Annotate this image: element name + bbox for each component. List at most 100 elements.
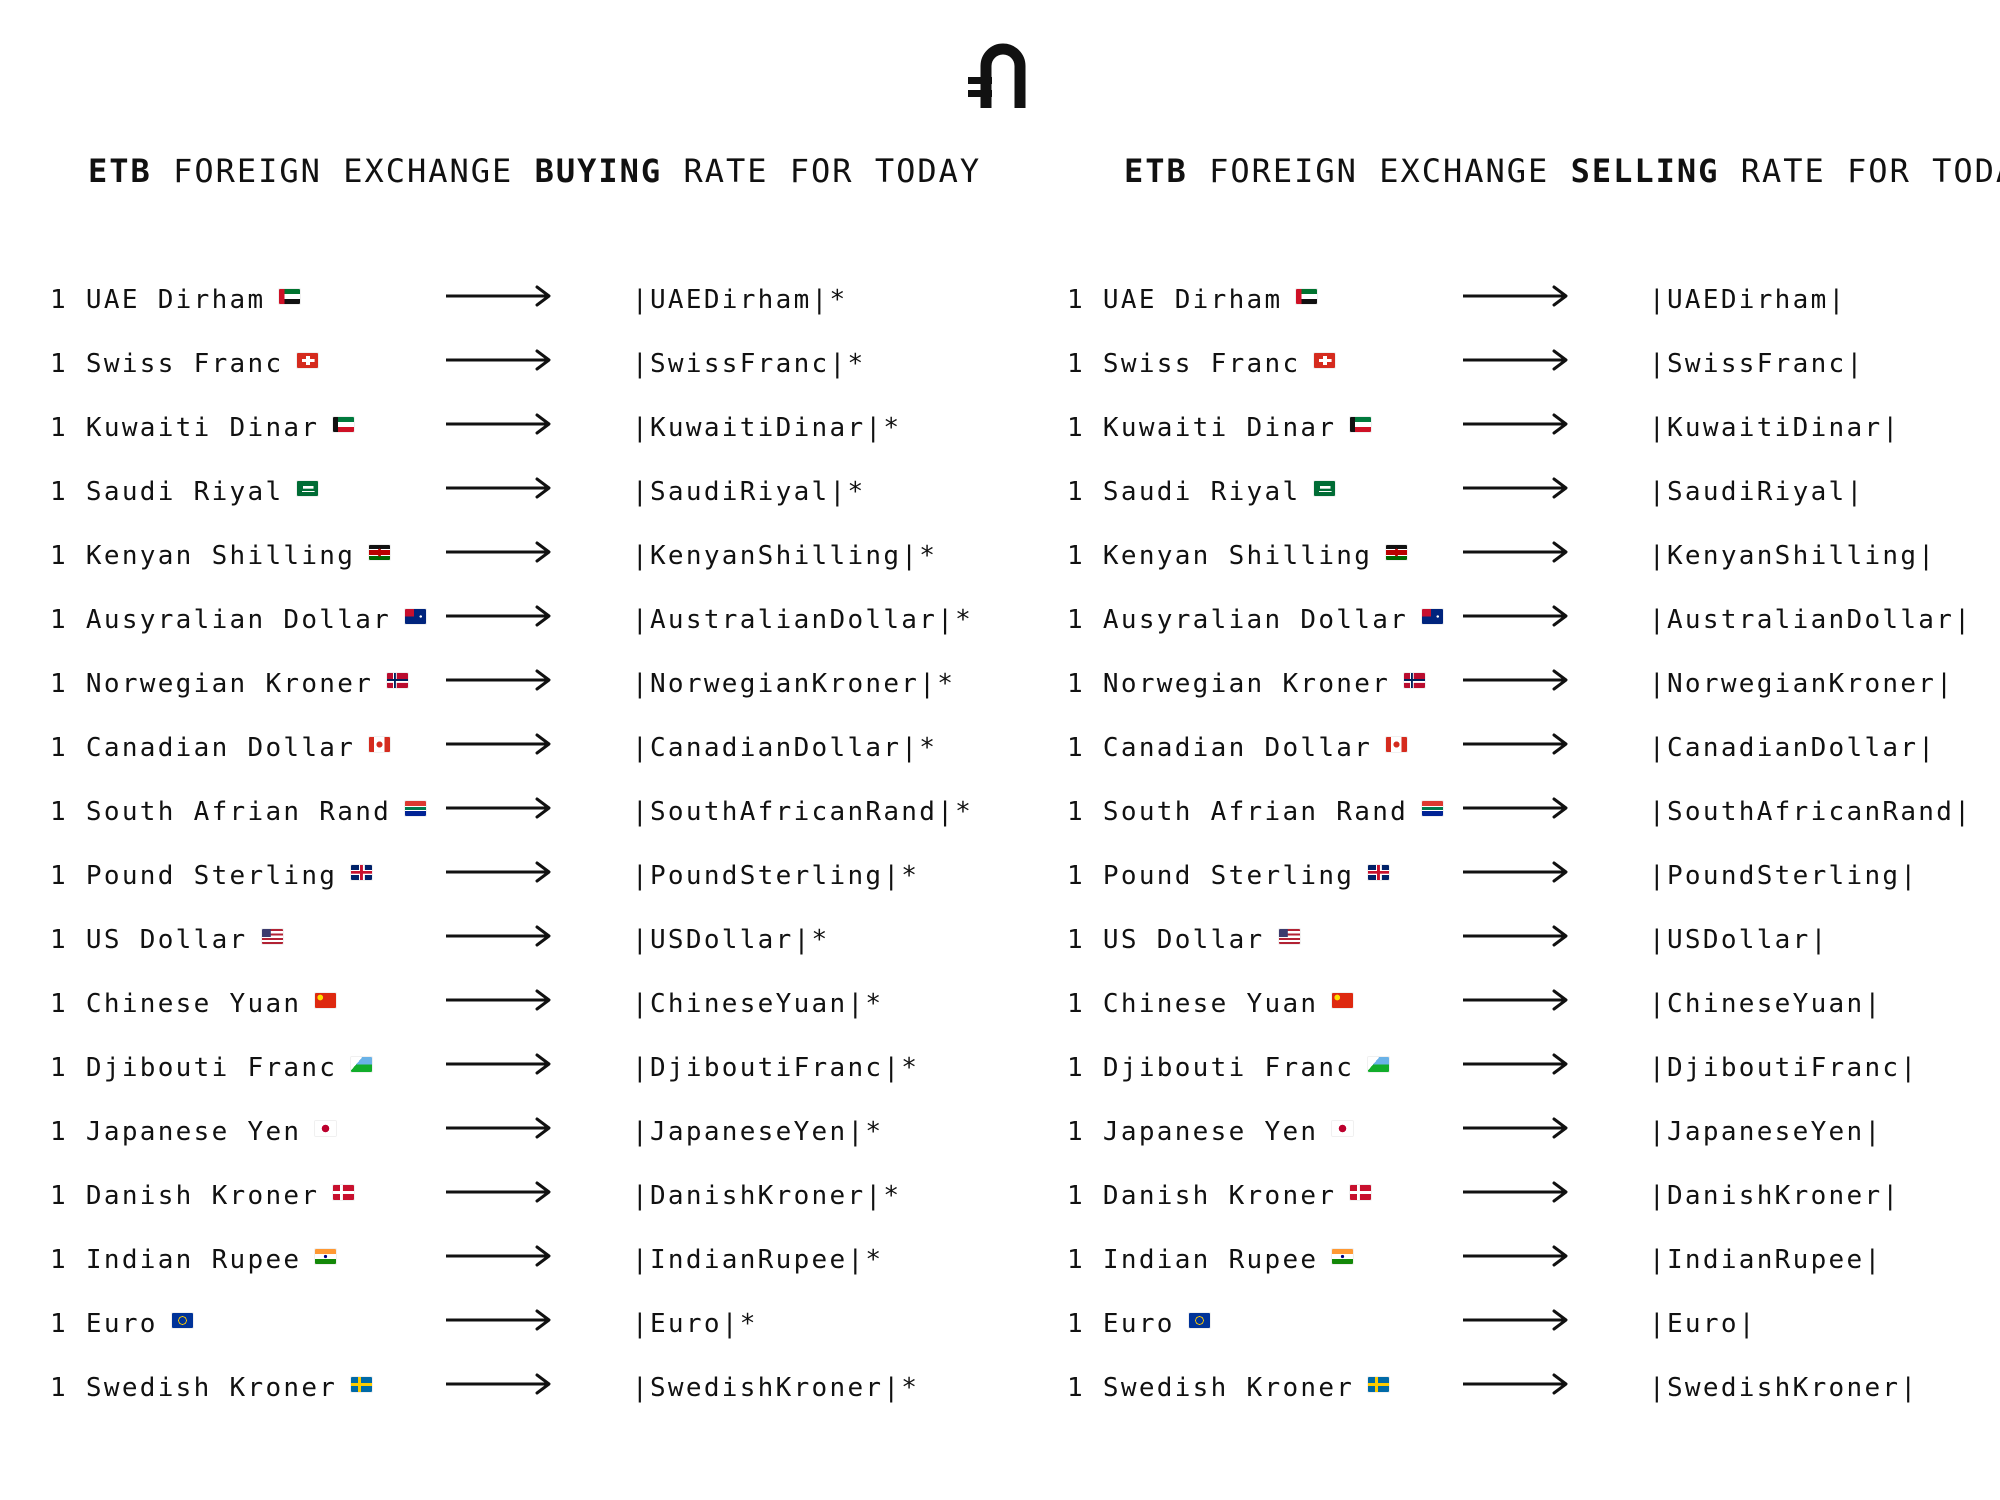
- currency-label: 1 Kenyan Shilling: [1067, 541, 1373, 571]
- selling-rate-row: 1 Swiss Franc |SwissFranc|: [1067, 329, 2000, 393]
- buying-rate-row: 1 Kuwaiti Dinar |KuwaitiDinar|*: [50, 393, 1030, 457]
- buying-rate-value: |DanishKroner|*: [632, 1181, 902, 1211]
- currency-name: 1 Djibouti Franc: [50, 1053, 373, 1083]
- arrow-right-icon: [1463, 541, 1568, 563]
- arrow-right-icon: [446, 861, 551, 883]
- china-flag-icon: [1332, 993, 1354, 1008]
- uk-flag-icon: [1368, 865, 1390, 880]
- buying-rate-value: |AustralianDollar|*: [632, 605, 974, 635]
- selling-rates-list: 1 UAE Dirham |UAEDirham| 1 Swiss Franc |Swi…: [1067, 265, 2000, 1417]
- currency-label: 1 South Afrian Rand: [50, 797, 392, 827]
- selling-rate-value: |SouthAfricanRand|: [1649, 797, 1973, 827]
- currency-name: 1 Norwegian Kroner: [1067, 669, 1426, 699]
- arrow-right-icon: [446, 1053, 551, 1075]
- currency-label: 1 Kenyan Shilling: [50, 541, 356, 571]
- djibouti-flag-icon: [351, 1057, 373, 1072]
- selling-rate-row: 1 Danish Kroner |DanishKroner|: [1067, 1161, 2000, 1225]
- currency-name: 1 Chinese Yuan: [1067, 989, 1354, 1019]
- title-text: FOREIGN EXCHANGE: [151, 152, 535, 190]
- sweden-flag-icon: [1368, 1377, 1390, 1392]
- currency-name: 1 Danish Kroner: [50, 1181, 355, 1211]
- selling-rate-value: |PoundSterling|: [1649, 861, 1919, 891]
- selling-rate-row: 1 Djibouti Franc |DjiboutiFranc|: [1067, 1033, 2000, 1097]
- uk-flag-icon: [351, 865, 373, 880]
- selling-rate-value: |ChineseYuan|: [1649, 989, 1883, 1019]
- denmark-flag-icon: [333, 1185, 355, 1200]
- selling-rate-value: |Euro|: [1649, 1309, 1757, 1339]
- saudi-arabia-flag-icon: [1314, 481, 1336, 496]
- buying-rate-value: |NorwegianKroner|*: [632, 669, 956, 699]
- south-africa-flag-icon: [405, 801, 427, 816]
- arrow-right-icon: [446, 1245, 551, 1267]
- canada-flag-icon: [369, 737, 391, 752]
- buying-rate-value: |ChineseYuan|*: [632, 989, 884, 1019]
- india-flag-icon: [1332, 1249, 1354, 1264]
- currency-label: 1 US Dollar: [1067, 925, 1265, 955]
- currency-name: 1 Ausyralian Dollar: [50, 605, 427, 635]
- currency-name: 1 Kenyan Shilling: [50, 541, 391, 571]
- currency-name: 1 Indian Rupee: [50, 1245, 337, 1275]
- currency-name: 1 Kuwaiti Dinar: [1067, 413, 1372, 443]
- currency-label: 1 Japanese Yen: [50, 1117, 302, 1147]
- title-currency-code: ETB: [88, 152, 152, 190]
- selling-rate-row: 1 Ausyralian Dollar |AustralianDollar|: [1067, 585, 2000, 649]
- kuwait-flag-icon: [1350, 417, 1372, 432]
- currency-name: 1 Indian Rupee: [1067, 1245, 1354, 1275]
- title-text: FOREIGN EXCHANGE: [1187, 152, 1571, 190]
- buying-rate-value: |IndianRupee|*: [632, 1245, 884, 1275]
- currency-label: 1 Euro: [50, 1309, 158, 1339]
- buying-rate-row: 1 Japanese Yen |JapaneseYen|*: [50, 1097, 1030, 1161]
- arrow-right-icon: [1463, 797, 1568, 819]
- selling-rate-value: |AustralianDollar|: [1649, 605, 1973, 635]
- buying-rate-row: 1 Swedish Kroner |SwedishKroner|*: [50, 1353, 1030, 1417]
- arrow-right-icon: [1463, 605, 1568, 627]
- arrow-right-icon: [446, 1373, 551, 1395]
- arrow-right-icon: [446, 1117, 551, 1139]
- currency-name: 1 Pound Sterling: [50, 861, 373, 891]
- currency-name: 1 UAE Dirham: [50, 285, 301, 315]
- arrow-right-icon: [446, 349, 551, 371]
- arrow-right-icon: [1463, 1373, 1568, 1395]
- currency-name: 1 Danish Kroner: [1067, 1181, 1372, 1211]
- arrow-right-icon: [446, 669, 551, 691]
- switzerland-flag-icon: [297, 353, 319, 368]
- buying-rate-row: 1 Norwegian Kroner |NorwegianKroner|*: [50, 649, 1030, 713]
- china-flag-icon: [315, 993, 337, 1008]
- switzerland-flag-icon: [1314, 353, 1336, 368]
- currency-label: 1 Ausyralian Dollar: [1067, 605, 1409, 635]
- currency-label: 1 Danish Kroner: [50, 1181, 320, 1211]
- currency-label: 1 Pound Sterling: [50, 861, 338, 891]
- arrow-right-icon: [446, 477, 551, 499]
- selling-rate-row: 1 Saudi Riyal |SaudiRiyal|: [1067, 457, 2000, 521]
- arrow-right-icon: [446, 925, 551, 947]
- selling-rate-row: 1 Norwegian Kroner |NorwegianKroner|: [1067, 649, 2000, 713]
- buying-rates-list: 1 UAE Dirham |UAEDirham|* 1 Swiss Franc |Sw…: [50, 265, 1030, 1417]
- djibouti-flag-icon: [1368, 1057, 1390, 1072]
- currency-name: 1 Japanese Yen: [50, 1117, 337, 1147]
- currency-label: 1 Norwegian Kroner: [50, 669, 374, 699]
- arrow-right-icon: [446, 605, 551, 627]
- currency-name: 1 Ausyralian Dollar: [1067, 605, 1444, 635]
- currency-name: 1 Canadian Dollar: [50, 733, 391, 763]
- arrow-right-icon: [1463, 413, 1568, 435]
- currency-label: 1 Chinese Yuan: [50, 989, 302, 1019]
- buying-rate-row: 1 Djibouti Franc |DjiboutiFranc|*: [50, 1033, 1030, 1097]
- buying-rate-title: ETB FOREIGN EXCHANGE BUYING RATE FOR TOD…: [88, 152, 981, 190]
- buying-rate-row: 1 Pound Sterling |PoundSterling|*: [50, 841, 1030, 905]
- buying-rate-value: |SaudiRiyal|*: [632, 477, 866, 507]
- currency-name: 1 UAE Dirham: [1067, 285, 1318, 315]
- denmark-flag-icon: [1350, 1185, 1372, 1200]
- eu-flag-icon: [171, 1313, 193, 1328]
- australia-flag-icon: [1422, 609, 1444, 624]
- currency-name: 1 US Dollar: [1067, 925, 1300, 955]
- buying-rate-value: |JapaneseYen|*: [632, 1117, 884, 1147]
- us-flag-icon: [261, 929, 283, 944]
- arrow-right-icon: [1463, 1181, 1568, 1203]
- selling-rate-row: 1 Chinese Yuan |ChineseYuan|: [1067, 969, 2000, 1033]
- selling-rate-value: |IndianRupee|: [1649, 1245, 1883, 1275]
- buying-rate-value: |USDollar|*: [632, 925, 830, 955]
- selling-rate-value: |SaudiRiyal|: [1649, 477, 1865, 507]
- south-africa-flag-icon: [1422, 801, 1444, 816]
- buying-rate-value: |CanadianDollar|*: [632, 733, 938, 763]
- currency-name: 1 Swedish Kroner: [1067, 1373, 1390, 1403]
